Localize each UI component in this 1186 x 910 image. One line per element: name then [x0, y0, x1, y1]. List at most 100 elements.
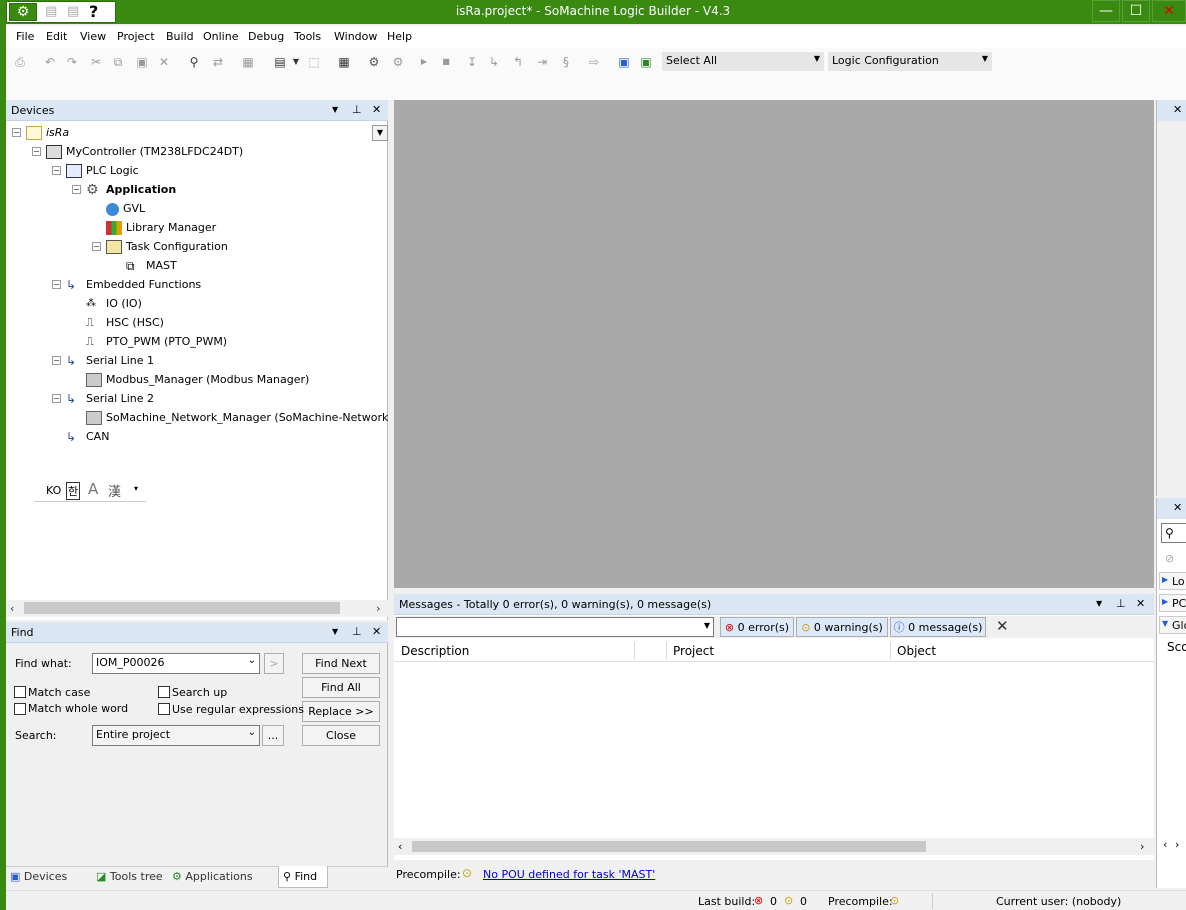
tree-item-serial-line-2[interactable]: ↳ Serial Line 2 [66, 390, 154, 408]
collapse-icon[interactable]: − [52, 394, 61, 403]
minimize-button[interactable]: — [1092, 0, 1120, 22]
find-what-input[interactable]: IOM_P00026 ⌄ [92, 653, 260, 674]
find-next-button[interactable]: Find Next [302, 653, 380, 674]
delete-icon[interactable]: ✕ [156, 54, 172, 70]
breakpoint-icon[interactable]: § [558, 54, 574, 70]
tree-item-pto-pwm[interactable]: ⎍ PTO_PWM (PTO_PWM) [86, 333, 227, 351]
print-icon[interactable]: ⎙ [12, 54, 28, 70]
devices-hscrollbar[interactable]: ‹ › [6, 600, 388, 617]
tab-devices-tree[interactable]: ▣ Devices tree [6, 866, 92, 905]
search-scope-select[interactable]: Entire project ⌄ [92, 725, 260, 746]
maximize-button[interactable]: ☐ [1122, 0, 1150, 22]
ime-language[interactable]: KO [46, 484, 61, 497]
chevron-down-icon[interactable]: ▼ [372, 125, 388, 141]
panel-menu-icon[interactable]: ▼ [1096, 599, 1102, 608]
ime-hanja-icon[interactable]: 漢 [108, 481, 121, 500]
tree-item-mycontroller[interactable]: MyController (TM238LFDC24DT) [46, 143, 243, 161]
close-icon[interactable]: ✕ [1136, 597, 1145, 610]
right-search-input[interactable]: ⚲ [1161, 523, 1186, 543]
tree-item-network-manager[interactable]: SoMachine_Network_Manager (SoMachine-Net… [86, 409, 388, 427]
panel-menu-icon[interactable]: ▼ [332, 105, 338, 114]
filter-icon[interactable]: ⊘ [1165, 552, 1174, 565]
close-find-button[interactable]: Close [302, 725, 380, 746]
logout-gear-icon[interactable]: ⚙ [390, 54, 406, 70]
monitor-icon[interactable]: ▣ [616, 54, 632, 70]
close-icon[interactable]: ✕ [372, 625, 381, 638]
menu-build[interactable]: Build [166, 30, 194, 43]
close-icon[interactable]: ✕ [1173, 103, 1182, 116]
find-binoculars-icon[interactable]: ⚲ [186, 54, 202, 70]
menu-online[interactable]: Online [203, 30, 238, 43]
close-icon[interactable]: ✕ [1173, 501, 1182, 514]
tree-item-modbus-manager[interactable]: Modbus_Manager (Modbus Manager) [86, 371, 309, 389]
chevron-down-icon[interactable]: ▼ [814, 54, 820, 63]
menu-help[interactable]: Help [387, 30, 412, 43]
tab-find[interactable]: ⚲ Find [278, 866, 328, 888]
col-project[interactable]: Project [673, 644, 714, 658]
find-arrow-button[interactable]: > [264, 653, 284, 674]
clear-messages-icon[interactable]: ✕ [996, 617, 1009, 635]
logic-config-combo[interactable]: Logic Configuration ▼ [828, 52, 992, 71]
chevron-down-icon[interactable]: ⌄ [248, 655, 256, 666]
tree-item-can[interactable]: ↳ CAN [66, 428, 109, 446]
scroll-thumb[interactable] [24, 602, 340, 614]
tree-item-serial-line-1[interactable]: ↳ Serial Line 1 [66, 352, 154, 370]
menu-view[interactable]: View [80, 30, 106, 43]
bookmark-icon[interactable]: ▦ [240, 54, 256, 70]
tree-item-plc-logic[interactable]: PLC Logic [66, 162, 139, 180]
match-case-checkbox[interactable] [14, 686, 26, 698]
ime-options-icon[interactable]: ▾ [134, 484, 138, 493]
menu-tools[interactable]: Tools [294, 30, 321, 43]
close-window-button[interactable]: ✕ [1152, 0, 1186, 22]
pin-icon[interactable]: ⊥ [352, 625, 362, 638]
tree-item-embedded-functions[interactable]: ↳ Embedded Functions [66, 276, 201, 294]
tree-item-task-configuration[interactable]: Task Configuration [106, 238, 228, 256]
login-gear-icon[interactable]: ⚙ [366, 54, 382, 70]
tree-item-isra[interactable]: isRa [26, 124, 69, 142]
collapse-icon[interactable]: − [72, 185, 81, 194]
scroll-right-icon[interactable]: › [376, 602, 380, 615]
col-object[interactable]: Object [897, 644, 936, 658]
tree-item-application[interactable]: ⚙ Application [86, 181, 176, 199]
redo-icon[interactable]: ↷ [64, 54, 80, 70]
scroll-left-icon[interactable]: ‹ [1163, 838, 1167, 851]
pin-icon[interactable]: ⊥ [352, 103, 362, 116]
collapse-icon[interactable]: − [12, 128, 21, 137]
next-icon[interactable]: ⇨ [586, 54, 602, 70]
menu-edit[interactable]: Edit [46, 30, 67, 43]
col-description[interactable]: Description [401, 644, 469, 658]
add-device-icon[interactable]: ▣ [638, 54, 654, 70]
menu-window[interactable]: Window [334, 30, 377, 43]
menu-file[interactable]: File [16, 30, 34, 43]
select-all-combo[interactable]: Select All ▼ [662, 52, 824, 71]
step-out-icon[interactable]: ↰ [510, 54, 526, 70]
message-category-select[interactable]: ▼ [396, 617, 714, 637]
start-icon[interactable]: ▶ [416, 54, 432, 70]
collapse-icon[interactable]: − [52, 280, 61, 289]
cut-icon[interactable]: ✂ [88, 54, 104, 70]
tab-applications-tree[interactable]: ⚙ Applications tree [168, 866, 278, 905]
find-all-button[interactable]: Find All [302, 677, 380, 698]
scroll-right-icon[interactable]: › [1140, 840, 1144, 853]
menu-project[interactable]: Project [117, 30, 155, 43]
chevron-down-icon[interactable]: ▼ [704, 621, 710, 630]
collapse-icon[interactable]: − [32, 147, 41, 156]
replace-icon[interactable]: ⇄ [210, 54, 226, 70]
tree-item-library-manager[interactable]: Library Manager [106, 219, 216, 237]
messages-filter-button[interactable]: ⓘ 0 message(s) [890, 617, 986, 637]
pin-icon[interactable]: ⊥ [1116, 597, 1126, 610]
browse-button[interactable]: ... [262, 725, 284, 746]
dropdown-arrow-icon[interactable]: ▼ [288, 54, 304, 70]
tree-item-mast[interactable]: ⧉ MAST [126, 257, 177, 275]
tab-tools-tree[interactable]: ◪ Tools tree [92, 866, 168, 888]
collapse-icon[interactable]: − [52, 166, 61, 175]
paste-icon[interactable]: ▣ [134, 54, 150, 70]
precompile-link[interactable]: No POU defined for task 'MAST' [483, 868, 655, 881]
messages-hscrollbar[interactable]: ‹ › [394, 838, 1154, 855]
right-item-pc[interactable]: ▶ PC [1159, 594, 1186, 612]
add-object-icon[interactable]: ▤ [272, 54, 288, 70]
chevron-down-icon[interactable]: ⌄ [248, 727, 256, 738]
search-up-checkbox[interactable] [158, 686, 170, 698]
collapse-icon[interactable]: − [52, 356, 61, 365]
menu-debug[interactable]: Debug [248, 30, 284, 43]
